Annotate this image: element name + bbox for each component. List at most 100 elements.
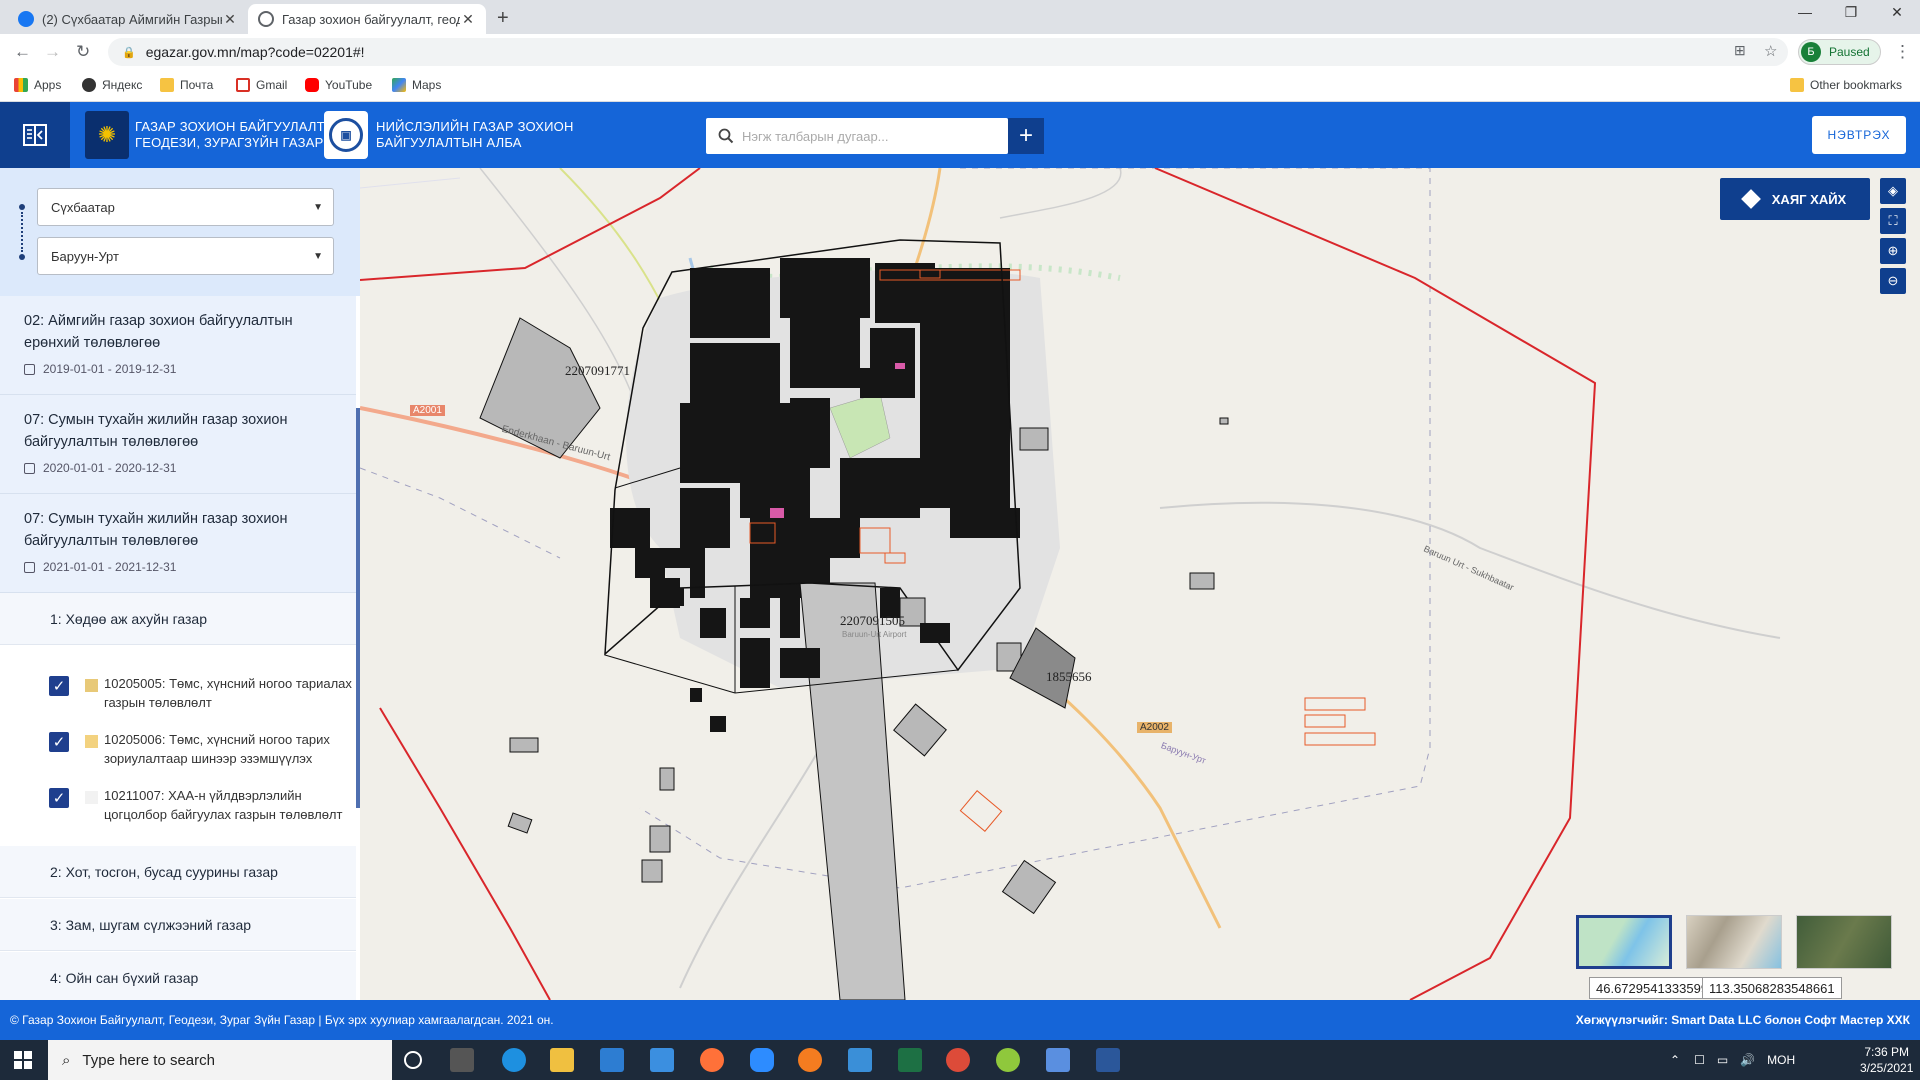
layers-button[interactable]: ◈ [1880,178,1906,204]
input-language[interactable]: МОН [1767,1053,1795,1067]
mongolia-emblem-logo: ✺ [85,111,129,159]
layer-checkbox[interactable]: ✓ [49,788,69,808]
fullscreen-icon: ⛶ [1888,213,1898,228]
parcel-label: 1855656 [1046,669,1092,684]
layer-color-swatch [85,735,98,748]
bookmark-label: Gmail [256,78,288,92]
firefox-icon[interactable] [700,1048,724,1072]
search-icon: ⌕ [62,1051,71,1069]
sidebar-toggle-button[interactable] [0,102,70,168]
bookmark-apps[interactable]: Apps [14,78,61,92]
category-forest[interactable]: 4: Ойн сан бүхий газар [0,952,356,1000]
mail-icon[interactable] [650,1048,674,1072]
plan-item-2021[interactable]: 07: Сумын тухайн жилийн газар зохион бай… [0,494,356,593]
plan-item-2019[interactable]: 02: Аймгийн газар зохион байгуулалтын ер… [0,296,356,395]
zoom-icon[interactable] [750,1048,774,1072]
facebook-icon [18,11,34,27]
bookmark-label: YouTube [325,78,373,92]
file-explorer-icon[interactable] [550,1048,574,1072]
calendar-icon [24,561,35,573]
layers-icon: ◈ [1888,183,1898,198]
close-tab-icon[interactable]: ✕ [460,11,476,28]
star-icon[interactable]: ☆ [1764,42,1777,60]
system-tray: ⌃ ☐ ▭ 🔊 МОН [1670,1040,1795,1080]
plan-dates: 2021-01-01 - 2021-12-31 [24,560,332,574]
close-window-button[interactable]: ✕ [1874,4,1920,21]
app-icon[interactable] [848,1048,872,1072]
basemap-satellite[interactable] [1796,915,1892,969]
longitude-readout: 113.35068283548661 [1702,977,1842,999]
system-clock[interactable]: 7:36 PM 3/25/2021 [1860,1044,1913,1076]
reload-icon[interactable]: ↻ [76,42,90,62]
map-view[interactable]: 2207091771 2207091505 1855656 A2001 A200… [360,168,1920,1000]
edge-icon[interactable] [502,1048,526,1072]
forward-icon[interactable]: → [44,42,61,62]
province-select[interactable]: Сүхбаатар ▼ [37,188,334,226]
layer-color-swatch [85,791,98,804]
soum-value: Баруун-Урт [51,248,119,264]
bookmark-youtube[interactable]: YouTube [305,78,372,92]
back-icon[interactable]: ← [14,42,31,62]
app-footer: © Газар Зохион Байгуулалт, Геодези, Зура… [0,1000,1920,1040]
category-urban[interactable]: 2: Хот, тосгон, бусад суурины газар [0,846,356,898]
close-tab-icon[interactable]: ✕ [222,11,238,28]
chrome-icon[interactable] [946,1048,970,1072]
chevron-down-icon: ▼ [313,201,323,213]
fullscreen-button[interactable]: ⛶ [1880,208,1906,234]
battery-icon[interactable]: ▭ [1717,1053,1728,1067]
find-address-button[interactable]: ХАЯГ ХАЙХ [1720,178,1870,220]
task-view-icon[interactable] [450,1048,474,1072]
basemap-terrain[interactable] [1686,915,1782,969]
layer-checkbox[interactable]: ✓ [49,676,69,696]
bookmarks-bar: Apps Яндекс Почта Gmail YouTube Maps Oth… [0,70,1920,102]
add-search-button[interactable]: + [1008,118,1044,154]
translate-icon[interactable]: ⊞ [1734,42,1746,59]
minimize-button[interactable]: — [1782,4,1828,20]
bookmark-maps[interactable]: Maps [392,78,441,92]
app-icon[interactable] [798,1048,822,1072]
parcel-label: 2207091505 [840,613,905,628]
globe-icon [258,11,274,27]
layer-checkbox[interactable]: ✓ [49,732,69,752]
route-dots-icon [18,204,26,260]
zoom-out-button[interactable]: ⊖ [1880,268,1906,294]
browser-tab-facebook[interactable]: (2) Сүхбаатар Аймгийн Газрын Х ✕ [8,4,248,34]
volume-icon[interactable]: 🔊 [1740,1053,1755,1067]
menu-icon[interactable]: ⋮ [1894,42,1911,62]
taskbar-search[interactable]: ⌕ Type here to search [48,1040,392,1080]
bookmark-yandex[interactable]: Яндекс [82,78,142,92]
chevron-up-icon[interactable]: ⌃ [1670,1053,1680,1067]
network-icon[interactable]: ☐ [1694,1053,1705,1067]
login-button[interactable]: НЭВТРЭХ [1812,116,1906,154]
maximize-button[interactable]: ❐ [1828,4,1874,21]
profile-button[interactable]: Б Paused [1798,39,1881,65]
store-icon[interactable] [600,1048,624,1072]
excel-icon[interactable] [898,1048,922,1072]
minor-road [999,168,1122,219]
bookmark-gmail[interactable]: Gmail [236,78,287,92]
other-bookmarks[interactable]: Other bookmarks [1790,78,1902,92]
plan-item-2020[interactable]: 07: Сумын тухайн жилийн газар зохион бай… [0,395,356,494]
zoom-out-icon: ⊖ [1887,273,1899,288]
parcel-search-input[interactable] [742,128,982,144]
app-icon[interactable] [996,1048,1020,1072]
zoom-in-button[interactable]: ⊕ [1880,238,1906,264]
parcel-label: 2207091771 [565,363,630,378]
copyright-text: © Газар Зохион Байгуулалт, Геодези, Зура… [10,1013,554,1027]
cortana-icon[interactable] [404,1051,422,1069]
word-icon[interactable] [1096,1048,1120,1072]
windows-start-icon[interactable] [14,1051,32,1069]
address-bar[interactable]: 🔒 egazar.gov.mn/map?code=02201#! [108,38,1788,66]
map-canvas[interactable] [360,168,1920,1000]
layer-item-10211007: ✓ 10211007: ХАА-н үйлдвэрлэлийн цогцолбо… [0,786,356,824]
bookmark-pochta[interactable]: Почта [160,78,213,92]
zoom-in-icon: ⊕ [1887,243,1899,258]
browser-tab-egazar[interactable]: Газар зохион байгуулалт, геоде ✕ [248,4,486,34]
boundary-line [360,177,461,189]
category-agriculture[interactable]: 1: Хөдөө аж ахуйн газар [0,593,356,645]
category-roads[interactable]: 3: Зам, шугам сүлжээний газар [0,899,356,951]
basemap-street[interactable] [1576,915,1672,969]
soum-select[interactable]: Баруун-Урт ▼ [37,237,334,275]
new-tab-button[interactable]: + [497,7,509,30]
app-icon[interactable] [1046,1048,1070,1072]
